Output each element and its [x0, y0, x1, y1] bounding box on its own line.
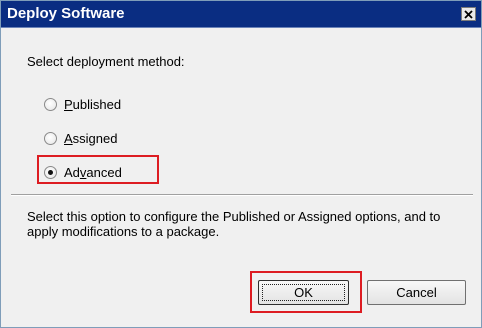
radio-published-button[interactable]: [44, 97, 57, 111]
close-button[interactable]: [461, 7, 476, 21]
cancel-button[interactable]: Cancel: [367, 280, 466, 305]
radio-published[interactable]: Published: [44, 96, 121, 112]
deploy-software-dialog: Deploy Software Select deployment method…: [0, 0, 482, 328]
title-bar[interactable]: Deploy Software: [1, 1, 481, 28]
cancel-button-label: Cancel: [396, 285, 437, 300]
close-icon: [464, 9, 473, 19]
option-description: Select this option to configure the Publ…: [27, 209, 441, 239]
separator: [11, 194, 473, 196]
ok-highlight-box: [250, 271, 362, 313]
prompt-label: Select deployment method:: [27, 54, 185, 69]
radio-assigned-button[interactable]: [44, 131, 57, 145]
radio-assigned[interactable]: Assigned: [44, 130, 117, 146]
radio-assigned-label: Assigned: [64, 130, 118, 146]
window-title: Deploy Software: [7, 5, 125, 22]
advanced-highlight-box: [37, 155, 159, 184]
radio-published-label: Published: [64, 96, 122, 112]
